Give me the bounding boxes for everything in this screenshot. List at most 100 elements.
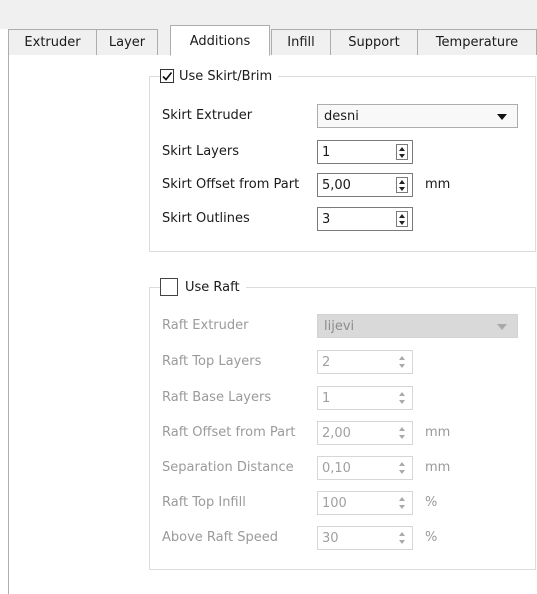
raft-base-layers-row: Raft Base Layers 1 bbox=[162, 386, 532, 410]
raft-top-layers-label: Raft Top Layers bbox=[162, 354, 262, 369]
raft-top-infill-spinbox[interactable]: 100 bbox=[317, 491, 413, 515]
tab-label: Extruder bbox=[24, 35, 81, 50]
skirt-outlines-value: 3 bbox=[322, 211, 331, 227]
spin-down-icon bbox=[399, 505, 405, 509]
separation-distance-value: 0,10 bbox=[322, 460, 351, 476]
raft-legend: Use Raft bbox=[160, 277, 246, 297]
raft-base-layers-label: Raft Base Layers bbox=[162, 390, 272, 405]
spin-down-icon bbox=[399, 400, 405, 404]
spin-buttons[interactable] bbox=[396, 390, 408, 406]
above-raft-speed-label: Above Raft Speed bbox=[162, 530, 278, 545]
tab-layer[interactable]: Layer bbox=[96, 29, 158, 55]
spin-up-icon bbox=[399, 532, 405, 536]
skirt-extruder-row: Skirt Extruder desni bbox=[162, 104, 532, 128]
use-raft-checkbox[interactable] bbox=[160, 278, 178, 296]
above-raft-speed-spinbox[interactable]: 30 bbox=[317, 526, 413, 550]
skirt-layers-spinbox[interactable]: 1 bbox=[317, 140, 413, 164]
skirt-brim-group: Use Skirt/Brim Skirt Extruder desni Skir… bbox=[149, 66, 536, 252]
raft-extruder-row: Raft Extruder lijevi bbox=[162, 314, 532, 338]
spin-up-icon bbox=[399, 213, 405, 218]
raft-top-layers-row: Raft Top Layers 2 bbox=[162, 350, 532, 374]
raft-offset-unit: mm bbox=[425, 425, 451, 440]
skirt-offset-unit: mm bbox=[425, 177, 451, 192]
spin-buttons[interactable] bbox=[396, 495, 408, 511]
raft-extruder-label: Raft Extruder bbox=[162, 318, 249, 333]
spin-up-icon bbox=[399, 146, 405, 151]
above-raft-speed-unit: % bbox=[425, 530, 438, 545]
raft-offset-row: Raft Offset from Part 2,00 mm bbox=[162, 421, 532, 445]
raft-top-infill-label: Raft Top Infill bbox=[162, 495, 246, 510]
tab-label: Temperature bbox=[435, 35, 519, 50]
separation-distance-unit: mm bbox=[425, 460, 451, 475]
raft-extruder-select[interactable]: lijevi bbox=[317, 314, 518, 338]
raft-offset-value: 2,00 bbox=[322, 425, 351, 441]
raft-offset-spinbox[interactable]: 2,00 bbox=[317, 421, 413, 445]
raft-base-layers-value: 1 bbox=[322, 390, 331, 406]
skirt-outlines-spinbox[interactable]: 3 bbox=[317, 207, 413, 231]
skirt-outlines-label: Skirt Outlines bbox=[162, 211, 250, 226]
skirt-outlines-row: Skirt Outlines 3 bbox=[162, 207, 532, 231]
spin-up-icon bbox=[399, 462, 405, 466]
above-raft-speed-value: 30 bbox=[322, 530, 339, 546]
spin-down-icon bbox=[399, 364, 405, 368]
raft-top-infill-unit: % bbox=[425, 495, 438, 510]
skirt-brim-legend: Use Skirt/Brim bbox=[160, 66, 279, 86]
spin-down-icon bbox=[399, 186, 405, 191]
raft-top-infill-value: 100 bbox=[322, 495, 347, 511]
spin-buttons[interactable] bbox=[396, 530, 408, 546]
skirt-offset-label: Skirt Offset from Part bbox=[162, 177, 300, 192]
use-raft-label: Use Raft bbox=[185, 279, 240, 295]
separation-distance-spinbox[interactable]: 0,10 bbox=[317, 456, 413, 480]
tab-label: Additions bbox=[189, 34, 251, 49]
tab-extruder[interactable]: Extruder bbox=[8, 29, 97, 55]
skirt-offset-row: Skirt Offset from Part 5,00 mm bbox=[162, 173, 532, 197]
spin-down-icon bbox=[399, 220, 405, 225]
tab-support[interactable]: Support bbox=[330, 29, 418, 55]
separation-distance-row: Separation Distance 0,10 mm bbox=[162, 456, 532, 480]
raft-top-layers-value: 2 bbox=[322, 354, 331, 370]
use-skirt-brim-label: Use Skirt/Brim bbox=[179, 68, 273, 84]
spin-up-icon bbox=[399, 392, 405, 396]
spin-buttons[interactable] bbox=[396, 144, 408, 160]
skirt-layers-label: Skirt Layers bbox=[162, 144, 239, 159]
raft-base-layers-spinbox[interactable]: 1 bbox=[317, 386, 413, 410]
spin-buttons[interactable] bbox=[396, 425, 408, 441]
raft-group: Use Raft Raft Extruder lijevi Raft Top L… bbox=[149, 277, 536, 570]
skirt-offset-spinbox[interactable]: 5,00 bbox=[317, 173, 413, 197]
spin-down-icon bbox=[399, 153, 405, 158]
spin-buttons[interactable] bbox=[396, 177, 408, 193]
spin-buttons[interactable] bbox=[396, 460, 408, 476]
separation-distance-label: Separation Distance bbox=[162, 460, 294, 475]
spin-buttons[interactable] bbox=[396, 211, 408, 227]
tab-temperature[interactable]: Temperature bbox=[417, 29, 537, 55]
spin-down-icon bbox=[399, 435, 405, 439]
raft-offset-label: Raft Offset from Part bbox=[162, 425, 296, 440]
additions-panel: Use Skirt/Brim Skirt Extruder desni Skir… bbox=[8, 55, 537, 594]
skirt-layers-row: Skirt Layers 1 bbox=[162, 140, 532, 164]
skirt-extruder-select[interactable]: desni bbox=[317, 104, 518, 128]
spin-up-icon bbox=[399, 179, 405, 184]
spin-up-icon bbox=[399, 356, 405, 360]
tab-label: Infill bbox=[287, 35, 315, 50]
use-skirt-brim-checkbox[interactable] bbox=[160, 69, 174, 83]
settings-tab-bar: Extruder Layer Additions Infill Support … bbox=[8, 25, 537, 56]
dropdown-arrow-icon bbox=[497, 114, 507, 120]
raft-top-layers-spinbox[interactable]: 2 bbox=[317, 350, 413, 374]
spin-up-icon bbox=[399, 497, 405, 501]
above-raft-speed-row: Above Raft Speed 30 % bbox=[162, 526, 532, 550]
skirt-layers-value: 1 bbox=[322, 144, 331, 160]
dropdown-arrow-icon bbox=[497, 324, 507, 330]
spin-buttons[interactable] bbox=[396, 354, 408, 370]
skirt-extruder-label: Skirt Extruder bbox=[162, 108, 253, 123]
checkmark-icon bbox=[162, 72, 173, 81]
spin-down-icon bbox=[399, 540, 405, 544]
skirt-extruder-value: desni bbox=[324, 108, 359, 124]
raft-top-infill-row: Raft Top Infill 100 % bbox=[162, 491, 532, 515]
tab-label: Layer bbox=[108, 35, 146, 50]
raft-extruder-value: lijevi bbox=[324, 318, 355, 334]
tab-infill[interactable]: Infill bbox=[271, 29, 331, 55]
tab-additions[interactable]: Additions bbox=[170, 25, 270, 56]
skirt-offset-value: 5,00 bbox=[322, 177, 351, 193]
spin-down-icon bbox=[399, 470, 405, 474]
tab-label: Support bbox=[348, 35, 400, 50]
